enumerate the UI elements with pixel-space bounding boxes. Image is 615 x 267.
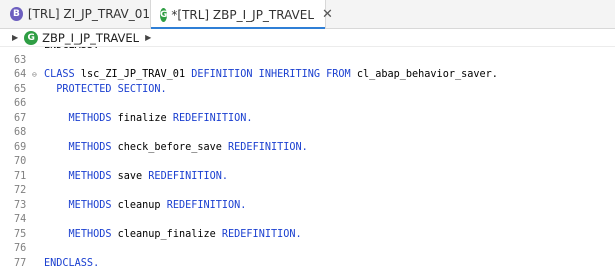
keyword-token: PROTECTED SECTION. [56,83,167,95]
code-line[interactable]: 71 METHODS save REDEFINITION. [0,170,615,184]
code-line[interactable]: 69 METHODS check_before_save REDEFINITIO… [0,141,615,155]
code-text: ENDCLASS. [44,257,99,267]
line-number: 65 [14,83,27,95]
tab-zi-jp-trav-01[interactable]: B [TRL] ZI_JP_TRAV_01 [0,0,150,28]
code-token: ENDCLASS. [44,47,99,51]
code-line[interactable]: 64 ⊖ CLASS lsc_ZI_JP_TRAV_01 DEFINITION IN… [0,68,615,82]
editor-tab-bar: B [TRL] ZI_JP_TRAV_01 G *[TRL] ZBP_I_JP_… [0,0,615,29]
tab-zbp-i-jp-travel[interactable]: G *[TRL] ZBP_I_JP_TRAVEL ✕ [150,0,333,29]
line-number: 69 [14,141,27,153]
code-text: METHODS cleanup_finalize REDEFINITION. [44,228,302,242]
keyword-token: REDEFINITION. [148,170,229,182]
keyword-token: METHODS [68,141,112,153]
line-number: 73 [14,199,27,211]
implementation-icon: G [160,7,168,22]
code-text: ENDCLASS. [44,47,99,53]
breadcrumb: ▶ G ZBP_I_JP_TRAVEL ▶ [0,29,615,47]
code-token: lsc_ZI_JP_TRAV_01 [74,69,192,80]
keyword-token: CLASS [44,69,75,80]
implementation-icon: G [24,30,39,45]
keyword-token: REDEFINITION. [221,228,302,240]
line-number: 74 [14,214,27,225]
keyword-token: DEFINITION INHERITING FROM [191,69,351,80]
code-token: cleanup [111,199,167,211]
line-number: 75 [14,228,27,240]
line-number: 76 [14,243,27,254]
code-text: METHODS finalize REDEFINITION. [44,112,253,126]
chevron-right-icon[interactable]: ▶ [12,33,18,42]
line-number: 67 [14,112,27,124]
code-line[interactable]: 72 [0,184,615,198]
close-icon[interactable]: ✕ [322,7,333,22]
code-line[interactable]: ENDCLASS. [0,47,615,53]
keyword-token: METHODS [68,112,112,124]
keyword-token: REDEFINITION. [172,112,253,124]
code-line[interactable]: 73 METHODS cleanup REDEFINITION. [0,199,615,213]
code-line[interactable]: 70 [0,155,615,169]
class-icon: B [10,7,23,21]
code-token: check_before_save [111,141,229,153]
code-line[interactable]: 68 [0,126,615,140]
line-number: 71 [14,170,27,182]
code-line[interactable]: 67 METHODS finalize REDEFINITION. [0,112,615,126]
code-text: METHODS save REDEFINITION. [44,170,228,184]
keyword-token: REDEFINITION. [166,199,247,211]
line-number: 70 [14,156,27,167]
fold-toggle-icon[interactable]: ⊖ [32,68,37,82]
tab-label: *[TRL] ZBP_I_JP_TRAVEL [171,7,315,22]
code-line[interactable]: 66 [0,97,615,111]
code-text: CLASS lsc_ZI_JP_TRAV_01 DEFINITION INHER… [44,68,498,82]
keyword-token: ENDCLASS. [44,257,100,267]
code-line[interactable]: 75 METHODS cleanup_finalize REDEFINITION… [0,228,615,242]
breadcrumb-label[interactable]: ZBP_I_JP_TRAVEL [42,31,139,45]
code-text: METHODS cleanup REDEFINITION. [44,199,247,213]
line-number: 66 [14,98,27,109]
line-number: 72 [14,185,27,196]
line-number: 77 [14,257,27,267]
keyword-token: METHODS [68,170,112,182]
code-line[interactable]: 76 [0,242,615,256]
keyword-token: REDEFINITION. [228,141,308,153]
code-token: save [111,170,149,182]
keyword-token: METHODS [68,228,112,240]
code-text: PROTECTED SECTION. [44,83,167,97]
tab-label: [TRL] ZI_JP_TRAV_01 [27,7,150,21]
code-token: cl_abap_behavior_saver. [350,69,498,80]
code-token: finalize [111,112,173,124]
code-line[interactable]: 77 ENDCLASS. [0,257,615,267]
keyword-token: METHODS [68,199,112,211]
code-line[interactable]: 65 PROTECTED SECTION. [0,83,615,97]
code-editor[interactable]: ENDCLASS.6364⊖CLASS lsc_ZI_JP_TRAV_01 DE… [0,47,615,267]
line-number: 63 [14,54,27,66]
code-line[interactable]: 74 [0,213,615,227]
chevron-right-icon[interactable]: ▶ [145,33,151,42]
code-line[interactable]: 63 [0,54,615,68]
code-text: METHODS check_before_save REDEFINITION. [44,141,308,155]
code-token: cleanup_finalize [111,228,222,240]
line-number: 68 [14,127,27,138]
